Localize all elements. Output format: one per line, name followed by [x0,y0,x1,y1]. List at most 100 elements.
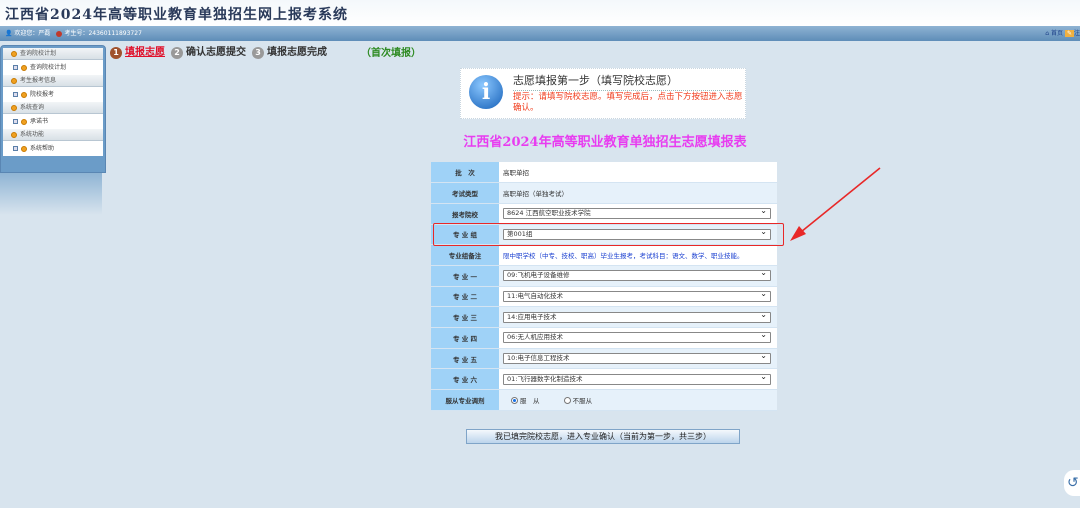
adjust-no-radio[interactable]: 不服从 [563,396,593,405]
bullet-icon [11,50,17,57]
group-label: 系统查询 [20,104,45,111]
exam-number: 考生号：24360111893727 [64,30,142,37]
table-row: 专 业 二 11:电气自动化技术 [431,286,777,308]
group-label: 系统功能 [20,131,45,138]
table-row: 专 业 五 10:电子信息工程技术 [431,348,777,370]
info-icon: i [469,75,503,109]
bullet-icon [21,91,27,98]
table-row: 专 业 三 14:应用电子技术 [431,306,777,328]
step-2: 2 确认志愿提交 [171,43,246,59]
logout-icon[interactable]: ✎ [1064,30,1074,37]
sidebar: 查询院校计划 查询院校计划 考生报考信息 院校报考 系统查询 承诺书 系统功能 … [0,45,106,173]
step-number: 1 [110,47,122,59]
step-label: 填报志愿完成 [267,47,327,58]
step-number: 2 [171,47,183,59]
table-row: 考试类型 高职单招（单独考试） [431,182,777,204]
app-title: 江西省2024年高等职业教育单独招生网上报考系统 [5,7,348,23]
major-6-select[interactable]: 01:飞行器数字化制造技术 [503,372,771,385]
field-label: 专业组备注 [431,244,499,266]
item-label: 院校报考 [30,91,55,98]
major-5-select[interactable]: 10:电子信息工程技术 [503,351,771,365]
info-box: i 志愿填报第一步（填写院校志愿） 提示：请填写院校志愿。填写完成后，点击下方按… [460,68,746,119]
form-title: 江西省2024年高等职业教育单独招生志愿填报表 [463,135,747,150]
home-icon: ⌂ [1045,30,1050,37]
expand-icon [13,92,18,97]
field-label: 批 次 [431,162,499,184]
sidebar-shadow [0,173,102,215]
radio-label: 服 从 [520,396,540,405]
sidebar-item-help[interactable]: 系统帮助 [3,141,103,156]
table-row: 批 次高职单招 [431,162,777,184]
header: 江西省2024年高等职业教育单独招生网上报考系统 [0,0,1080,26]
sidebar-group[interactable]: 查询院校计划 [3,48,103,60]
bullet-icon [11,77,17,84]
group-note: 限中职学校（中专、技校、职高）毕业生报考，考试科目：语文、数学、职业技能。 [499,244,777,266]
info-tip: 提示：请填写院校志愿。填写完成后，点击下方按钮进入志愿确认。 [513,92,743,113]
batch-value: 高职单招 [499,162,777,184]
adjust-yes-radio[interactable]: 服 从 [511,397,540,405]
school-select[interactable]: 8624 江西航空职业技术学院 [503,206,771,220]
step-number: 3 [252,47,264,59]
step-3: 3 填报志愿完成 [252,43,327,59]
sidebar-group[interactable]: 系统查询 [3,102,103,114]
field-label: 专 业 六 [431,368,499,391]
radio-label: 不服从 [572,396,593,405]
group-label: 查询院校计划 [20,50,57,57]
field-label: 专 业 三 [431,306,499,328]
table-row: 服从专业调剂 服 从 不服从 [431,389,777,411]
sidebar-item-pledge[interactable]: 承诺书 [3,114,103,129]
major-1-select[interactable]: 09:飞机电子设备维修 [503,268,771,282]
item-label: 系统帮助 [30,145,55,152]
welcome-text: 欢迎您：严磊 [14,30,51,37]
fill-status: （首次填报） [361,47,421,59]
sidebar-group[interactable]: 系统功能 [3,129,103,141]
field-label: 专 业 五 [431,348,499,370]
step-label: 填报志愿 [125,47,165,58]
id-icon [56,30,63,37]
item-label: 查询院校计划 [30,64,67,71]
expand-icon [13,146,18,151]
info-title: 志愿填报第一步（填写院校志愿） [513,72,738,91]
group-label: 考生报考信息 [20,77,57,84]
step-1[interactable]: 1 填报志愿 [110,43,165,59]
major-4-select[interactable]: 06:无人机应用技术 [503,330,771,344]
field-label: 专 业 二 [431,286,499,308]
field-label: 考试类型 [431,182,499,204]
step-indicator: 1 填报志愿 2 确认志愿提交 3 填报志愿完成 （首次填报） [110,43,421,59]
bullet-icon [21,118,27,125]
sidebar-item-apply[interactable]: 院校报考 [3,87,103,102]
application-form: 批 次高职单招 考试类型 高职单招（单独考试） 报考院校 8624 江西航空职业技术… [431,162,777,411]
bullet-icon [11,131,17,138]
expand-icon [13,119,18,124]
red-arrow-annotation [790,167,881,241]
bullet-icon [21,64,27,71]
user-icon: 👤 [5,30,13,37]
bullet-icon [11,104,17,111]
home-link[interactable]: 首页 [1051,30,1063,37]
sidebar-item-query-plan[interactable]: 查询院校计划 [3,60,103,75]
field-label: 报考院校 [431,203,499,225]
major-2-select[interactable]: 11:电气自动化技术 [503,289,771,302]
field-label: 专 业 一 [431,265,499,287]
radio-unchecked-icon [563,397,571,405]
highlight-box [433,223,784,246]
table-row: 专 业 六 01:飞行器数字化制造技术 [431,368,777,391]
back-to-top-icon[interactable]: ↺ [1064,470,1080,496]
field-label: 服从专业调剂 [431,389,499,411]
table-row: 专业组备注 限中职学校（中专、技校、职高）毕业生报考，考试科目：语文、数学、职业技… [431,244,777,266]
top-bar: 👤 欢迎您：严磊 考生号：24360111893727 ⌂ 首页 ✎ 注 [0,26,1080,41]
sidebar-group[interactable]: 考生报考信息 [3,75,103,87]
field-label: 专 业 四 [431,327,499,349]
table-row: 专 业 一 09:飞机电子设备维修 [431,265,777,287]
exam-type-value: 高职单招（单独考试） [499,182,777,204]
logout-link[interactable]: 注 [1074,30,1080,37]
item-label: 承诺书 [30,118,49,125]
expand-icon [13,65,18,70]
table-row: 专 业 四 06:无人机应用技术 [431,327,777,349]
bullet-icon [21,145,27,152]
radio-checked-icon [511,397,518,405]
submit-button[interactable]: 我已填完院校志愿，进入专业确认（当前为第一步，共三步） [466,429,740,444]
table-row: 报考院校 8624 江西航空职业技术学院 [431,203,777,225]
major-3-select[interactable]: 14:应用电子技术 [503,310,771,323]
step-label: 确认志愿提交 [186,47,246,58]
